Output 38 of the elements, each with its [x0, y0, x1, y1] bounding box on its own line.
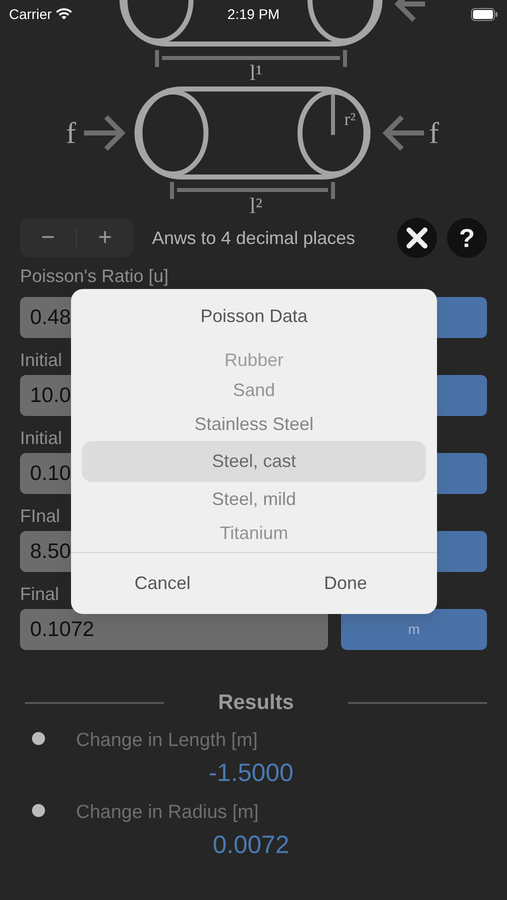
bullet-icon [32, 732, 45, 745]
field-label: FInal [20, 506, 60, 526]
field-label: Initial [20, 350, 62, 370]
close-icon [406, 227, 428, 249]
radius-line [331, 94, 335, 135]
result-value: 0.0072 [212, 830, 290, 860]
dialog-title: Poisson Data [200, 305, 308, 328]
clock: 2:19 PM [227, 4, 280, 24]
stepper[interactable]: − + [20, 219, 133, 257]
field-label: Poisson's Ratio [u] [20, 266, 169, 286]
field-label: Final [20, 584, 60, 604]
plus-button[interactable]: + [77, 219, 133, 257]
decimal-places-label: Anws to 4 decimal places [152, 226, 356, 250]
diagram-label: l² [250, 193, 262, 218]
wifi-icon [56, 8, 72, 20]
result-label: Change in Length [m] [76, 729, 258, 754]
picker-option[interactable]: Rubber [82, 343, 426, 373]
results-heading: Results [217, 690, 295, 716]
minus-button[interactable]: − [20, 219, 76, 257]
picker-option[interactable]: Titanium [82, 516, 426, 550]
field-label: Initial [20, 428, 62, 448]
diagram-label: r² [344, 109, 356, 129]
picker-option[interactable]: Sand [82, 373, 426, 407]
help-button[interactable]: ? [447, 218, 487, 258]
picker-option[interactable]: Stainless Steel [82, 407, 426, 441]
diagram-label: f [66, 117, 76, 150]
close-button[interactable] [397, 218, 437, 258]
carrier-label: Carrier [9, 4, 52, 24]
picker-option[interactable]: Steel, cast [82, 441, 426, 482]
result-label: Change in Radius [m] [76, 801, 259, 826]
bullet-icon [32, 804, 45, 817]
battery-icon [471, 8, 498, 20]
picker-option[interactable]: Steel, mild [82, 482, 426, 516]
result-value: -1.5000 [208, 758, 294, 788]
diagram-label: f [429, 117, 439, 150]
diagram-label: l¹ [250, 60, 262, 85]
input-field[interactable]: 0.1072 [20, 609, 328, 650]
unit-button[interactable]: m [341, 609, 487, 650]
